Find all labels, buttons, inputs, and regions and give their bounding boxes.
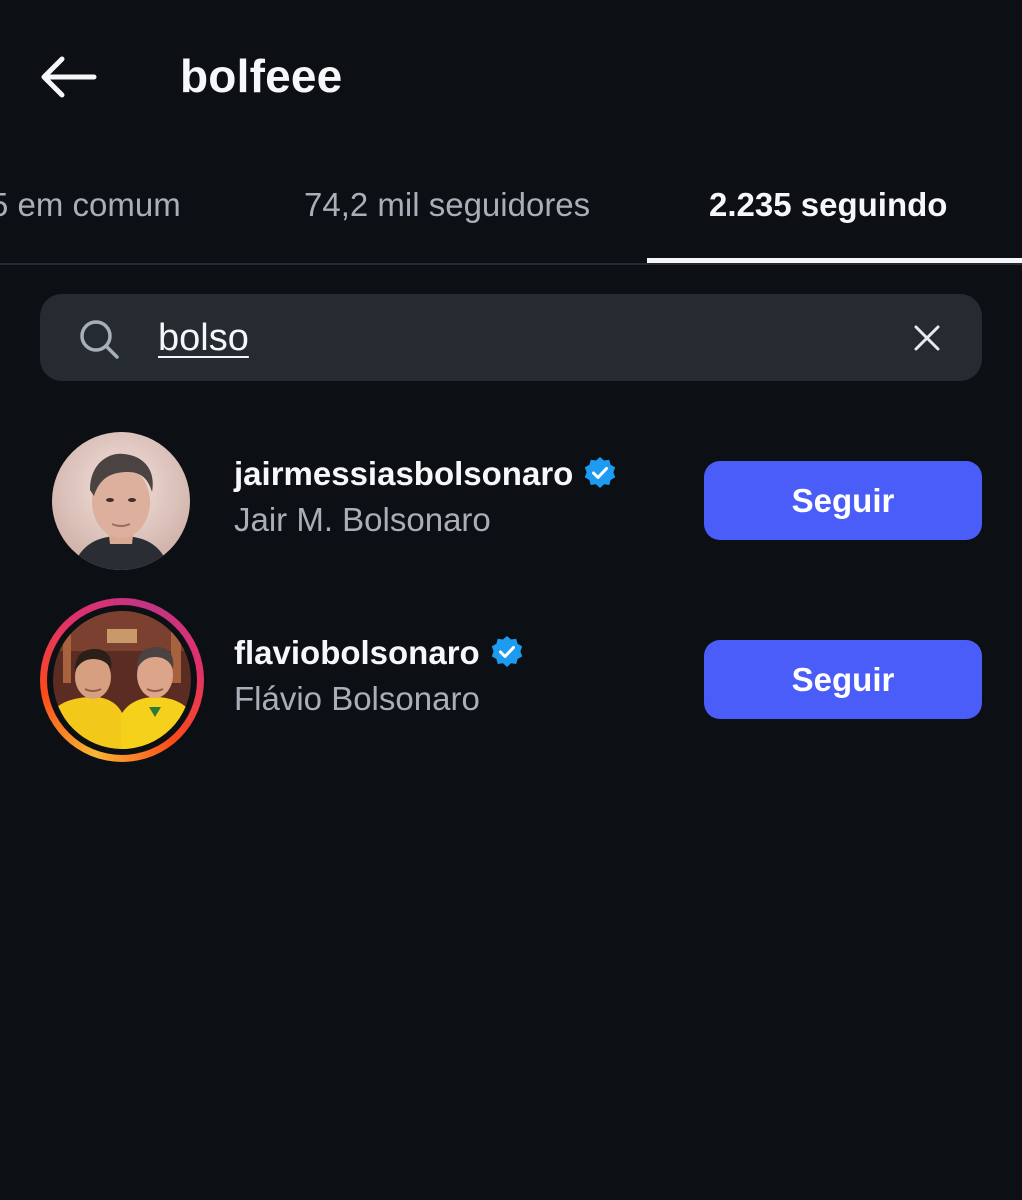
tab-mutual[interactable]: 5 em comum [0, 184, 181, 226]
full-name: Jair M. Bolsonaro [234, 501, 491, 538]
username[interactable]: flaviobolsonaro [234, 632, 524, 674]
avatar[interactable] [52, 432, 190, 570]
verified-badge-icon [585, 457, 616, 488]
username-text: jairmessiasbolsonaro [234, 455, 574, 492]
full-name: Flávio Bolsonaro [234, 680, 480, 717]
search-icon [80, 320, 119, 359]
username[interactable]: jairmessiasbolsonaro [234, 453, 617, 495]
username-text: flaviobolsonaro [234, 634, 480, 671]
tab-bar: 5 em comum 74,2 mil seguidores 2.235 seg… [0, 170, 1022, 265]
list-item[interactable]: jairmessiasbolsonaro Jair M. Bolsonaro S… [0, 416, 1022, 586]
verified-badge-icon [491, 636, 522, 667]
back-button[interactable] [32, 46, 104, 108]
follow-button[interactable]: Seguir [704, 461, 982, 540]
tab-followers[interactable]: 74,2 mil seguidores [304, 184, 590, 226]
clear-search-button[interactable] [904, 315, 950, 361]
top-header: bolfeee [0, 0, 1022, 150]
tab-following[interactable]: 2.235 seguindo [709, 184, 947, 226]
list-item[interactable]: flaviobolsonaro Flávio Bolsonaro Seguir [0, 595, 1022, 765]
active-tab-indicator [647, 258, 1022, 263]
story-ring-avatar[interactable] [40, 598, 204, 762]
avatar-photo [53, 611, 191, 749]
arrow-left-icon [41, 56, 97, 98]
page-title: bolfeee [180, 50, 343, 102]
close-icon [914, 325, 940, 351]
search-input[interactable] [158, 312, 838, 364]
follow-button[interactable]: Seguir [704, 640, 982, 719]
avatar-photo [52, 432, 190, 570]
